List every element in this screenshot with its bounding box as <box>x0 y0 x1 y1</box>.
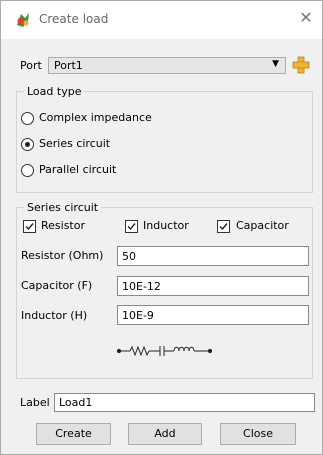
inductor-checkbox-label[interactable]: Inductor <box>143 219 189 232</box>
create-load-dialog: Create load ✕ Port Port1 ▼ Load type Com… <box>0 0 323 455</box>
app-icon <box>17 13 29 27</box>
port-label: Port <box>20 59 42 72</box>
radio-complex-impedance-label[interactable]: Complex impedance <box>39 111 152 124</box>
series-circuit-legend: Series circuit <box>27 201 99 214</box>
load-type-legend: Load type <box>27 85 82 98</box>
capacitor-checkbox-label[interactable]: Capacitor <box>236 219 289 232</box>
radio-parallel-circuit-label[interactable]: Parallel circuit <box>39 163 116 176</box>
title-bar: Create load ✕ <box>1 1 322 39</box>
check-icon <box>127 223 136 231</box>
capacitor-field-label: Capacitor (F) <box>21 279 93 292</box>
radio-series-circuit[interactable] <box>21 138 34 151</box>
inductor-field-label: Inductor (H) <box>21 309 88 322</box>
label-input[interactable]: Load1 <box>54 393 315 412</box>
add-button[interactable]: Add <box>128 423 202 445</box>
window-title: Create load <box>39 12 109 26</box>
capacitor-checkbox[interactable] <box>217 220 230 233</box>
inductor-checkbox[interactable] <box>125 220 138 233</box>
resistor-checkbox[interactable] <box>23 220 36 233</box>
resistor-input-value: 50 <box>122 250 136 263</box>
resistor-field-label: Resistor (Ohm) <box>21 249 104 262</box>
resistor-checkbox-label[interactable]: Resistor <box>41 219 85 232</box>
label-input-value: Load1 <box>59 396 93 409</box>
radio-series-circuit-label[interactable]: Series circuit <box>39 137 110 150</box>
port-select-value: Port1 <box>54 59 83 72</box>
port-select[interactable]: Port1 ▼ <box>48 57 286 74</box>
series-rlc-schematic-icon <box>116 345 213 357</box>
check-icon <box>25 223 34 231</box>
create-button[interactable]: Create <box>36 423 111 445</box>
radio-parallel-circuit[interactable] <box>21 164 34 177</box>
capacitor-input-value: 10E-12 <box>122 280 161 293</box>
resistor-input[interactable]: 50 <box>117 246 309 266</box>
label-field-label: Label <box>20 396 50 409</box>
add-port-icon[interactable] <box>292 56 310 74</box>
close-icon[interactable]: ✕ <box>297 9 315 27</box>
chevron-down-icon: ▼ <box>272 59 279 69</box>
check-icon <box>219 223 228 231</box>
capacitor-input[interactable]: 10E-12 <box>117 276 309 296</box>
radio-complex-impedance[interactable] <box>21 112 34 125</box>
close-button[interactable]: Close <box>220 423 296 445</box>
inductor-input[interactable]: 10E-9 <box>117 305 309 325</box>
inductor-input-value: 10E-9 <box>122 309 154 322</box>
